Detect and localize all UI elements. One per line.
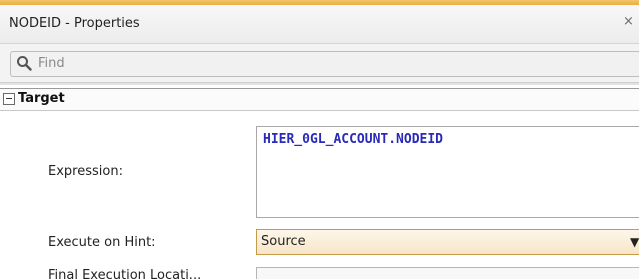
close-icon[interactable]: × — [623, 15, 637, 29]
search-box[interactable] — [10, 51, 639, 77]
expression-label: Expression: — [48, 164, 123, 179]
final-execution-location-field[interactable] — [256, 267, 639, 279]
window-title: NODEID - Properties — [9, 16, 140, 31]
search-icon — [17, 56, 32, 71]
separator — [0, 83, 639, 85]
collapse-minus-icon[interactable] — [3, 93, 15, 105]
section-title: Target — [18, 91, 65, 106]
execute-on-hint-select[interactable]: Source ▼ — [256, 229, 639, 255]
dropdown-arrow-icon[interactable]: ▼ — [630, 235, 639, 249]
expression-field[interactable]: HIER_0GL_ACCOUNT.NODEID — [256, 126, 639, 218]
final-execution-location-label: Final Execution Locati... — [48, 268, 202, 279]
search-bar — [0, 44, 639, 83]
properties-window: NODEID - Properties × Target Expression:… — [0, 0, 639, 279]
search-input[interactable] — [38, 54, 618, 72]
title-bar: NODEID - Properties × — [0, 5, 639, 44]
execute-on-hint-label: Execute on Hint: — [48, 235, 156, 250]
section-header-target[interactable]: Target — [0, 88, 639, 111]
execute-on-hint-value: Source — [261, 234, 306, 249]
